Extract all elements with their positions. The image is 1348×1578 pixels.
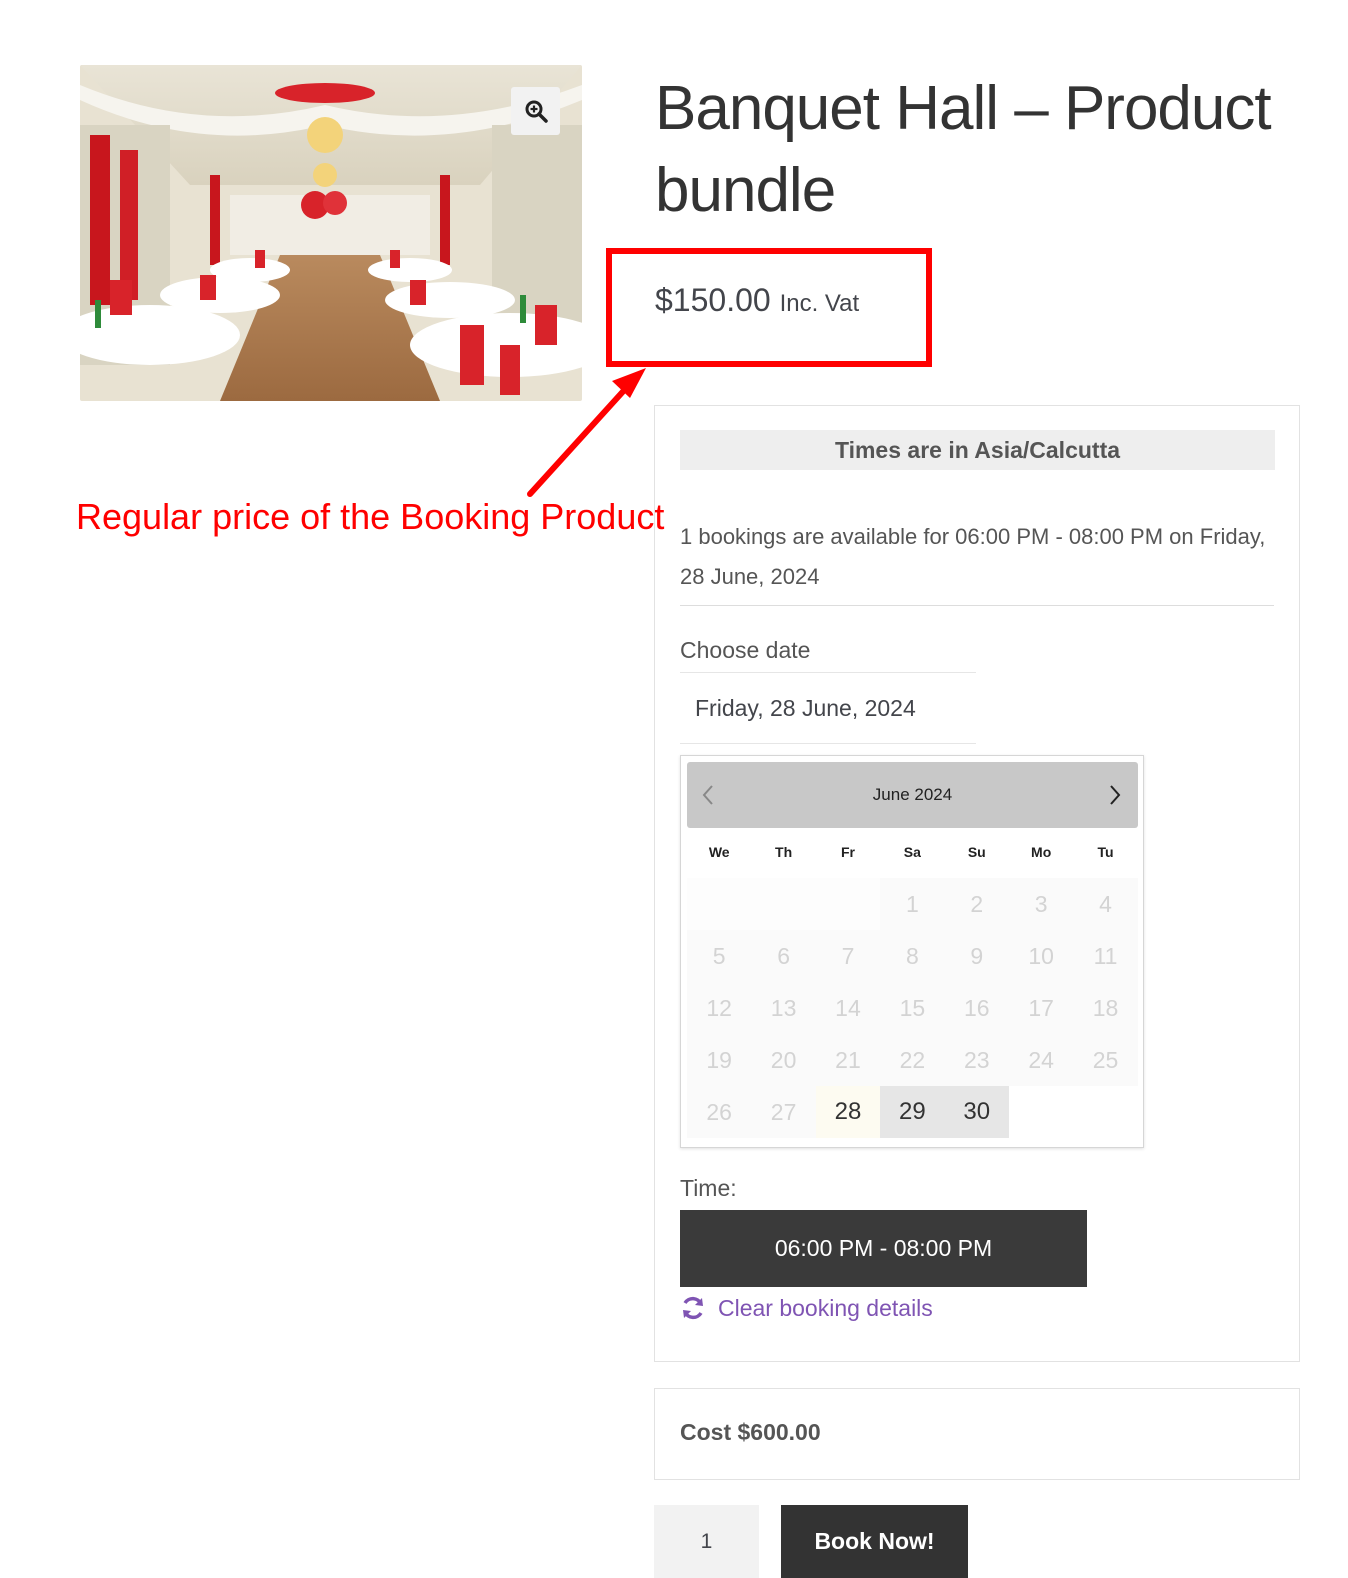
calendar-day-disabled: 12 — [687, 982, 752, 1034]
calendar-day-disabled: 4 — [1073, 878, 1138, 930]
annotation-arrow — [527, 368, 646, 497]
quantity-input[interactable]: 1 — [654, 1505, 759, 1578]
annotation-label: Regular price of the Booking Product — [76, 496, 665, 537]
calendar-day-disabled: 11 — [1073, 930, 1138, 982]
calendar-empty-cell — [1009, 1086, 1073, 1138]
calendar-day-disabled: 10 — [1008, 930, 1074, 982]
calendar-weekdays: We Th Fr Sa Su Mo Tu — [687, 834, 1138, 878]
calendar-day-disabled: 17 — [1008, 982, 1074, 1034]
weekday-label: Tu — [1097, 844, 1114, 860]
calendar-day-disabled: 19 — [687, 1034, 752, 1086]
calendar-empty-cell — [687, 878, 752, 930]
calendar-week-row: 19 20 21 22 23 24 25 — [687, 1034, 1138, 1086]
timezone-banner: Times are in Asia/Calcutta — [680, 430, 1275, 470]
chevron-left-icon — [702, 785, 713, 805]
calendar-day-disabled: 7 — [815, 930, 881, 982]
clear-booking-label: Clear booking details — [718, 1294, 933, 1321]
prev-month-button[interactable] — [695, 782, 721, 808]
calendar-header: June 2024 — [687, 762, 1138, 828]
price-suffix: Inc. Vat — [779, 290, 860, 317]
calendar-day-disabled: 16 — [944, 982, 1009, 1034]
calendar-day-disabled: 24 — [1008, 1034, 1074, 1086]
calendar-day-disabled: 18 — [1073, 982, 1138, 1034]
calendar-day-disabled: 26 — [687, 1086, 752, 1138]
booking-cost: Cost $600.00 — [680, 1419, 821, 1445]
date-picker-calendar: June 2024 We Th Fr Sa Su Mo Tu 1 2 3 4 5 6 7 8 9 10 11 12… — [680, 755, 1144, 1148]
calendar-week-row: 26 27 28 29 30 — [687, 1086, 1138, 1138]
weekday-label: We — [708, 844, 730, 860]
calendar-day-disabled: 15 — [880, 982, 945, 1034]
calendar-day-disabled: 20 — [751, 1034, 816, 1086]
calendar-empty-cell — [815, 878, 881, 930]
next-month-button[interactable] — [1102, 782, 1128, 808]
weekday-label: Sa — [903, 844, 921, 860]
calendar-week-row: 12 13 14 15 16 17 18 — [687, 982, 1138, 1034]
calendar-day-disabled: 5 — [687, 930, 752, 982]
calendar-empty-cell — [1073, 1086, 1137, 1138]
calendar-day-available[interactable]: 29 — [880, 1086, 945, 1138]
calendar-day-disabled: 25 — [1073, 1034, 1138, 1086]
divider — [680, 605, 1274, 606]
calendar-empty-cell — [751, 878, 816, 930]
calendar-day-disabled: 22 — [880, 1034, 945, 1086]
weekday-label: Su — [967, 844, 986, 860]
product-title: Banquet Hall – Product bundle — [655, 74, 1272, 225]
calendar-day-disabled: 1 — [880, 878, 945, 930]
weekday-label: Th — [775, 844, 793, 860]
calendar-week-row: 5 6 7 8 9 10 11 — [687, 930, 1138, 982]
calendar-day-disabled: 23 — [944, 1034, 1009, 1086]
calendar-day-disabled: 6 — [751, 930, 816, 982]
calendar-week-row: 1234 — [687, 878, 1138, 930]
time-label: Time: — [680, 1175, 737, 1201]
book-now-button[interactable]: Book Now! — [781, 1505, 968, 1578]
chevron-right-icon — [1110, 785, 1121, 805]
time-slot-button[interactable]: 06:00 PM - 08:00 PM — [680, 1210, 1087, 1287]
clear-booking-link[interactable]: Clear booking details — [680, 1290, 933, 1326]
calendar-day-available[interactable]: 30 — [944, 1086, 1009, 1138]
calendar-day-disabled: 2 — [944, 878, 1009, 930]
calendar-grid: 1 2 3 4 5 6 7 8 9 10 11 12 13 14 15 16 17 18 19 20 21 22 23 24 2… — [687, 878, 1138, 1138]
calendar-day-selected[interactable]: 28 — [815, 1086, 881, 1138]
choose-date-label: Choose date — [680, 637, 811, 663]
calendar-day-disabled: 8 — [880, 930, 945, 982]
calendar-day-disabled: 9 — [944, 930, 1009, 982]
weekday-label: Mo — [1031, 844, 1052, 860]
calendar-day-disabled: 3 — [1008, 878, 1074, 930]
weekday-label: Fr — [840, 844, 855, 860]
availability-text: 1 bookings are available for 06:00 PM - … — [680, 524, 1266, 589]
calendar-month-title: June 2024 — [872, 785, 953, 804]
calendar-day-disabled: 21 — [815, 1034, 881, 1086]
date-input[interactable]: Friday, 28 June, 2024 — [680, 672, 976, 744]
calendar-day-disabled: 13 — [751, 982, 816, 1034]
calendar-day-disabled: 14 — [815, 982, 881, 1034]
calendar-day-disabled: 27 — [751, 1086, 816, 1138]
refresh-icon — [680, 1295, 706, 1321]
